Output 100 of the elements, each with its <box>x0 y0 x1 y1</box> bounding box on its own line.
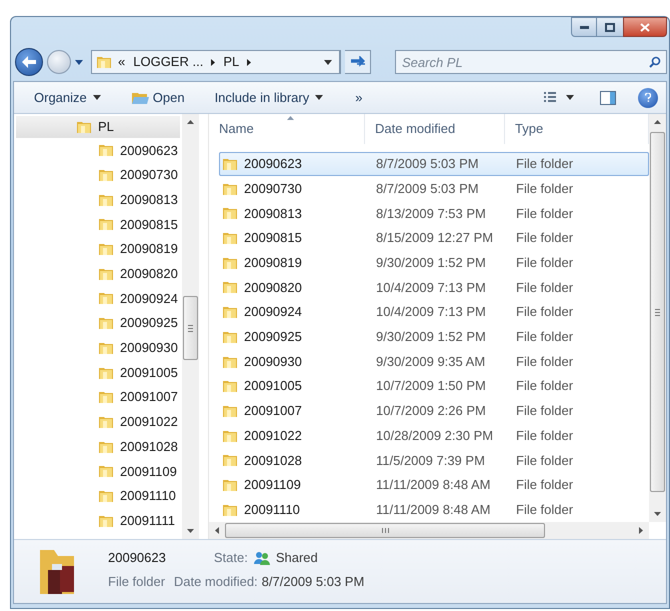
nav-item[interactable]: 20090925 <box>14 310 182 336</box>
date-cell-text: 8/15/2009 12:27 PM <box>375 229 494 248</box>
nav-item[interactable]: 20091005 <box>14 360 182 385</box>
scrollbar[interactable] <box>649 114 666 522</box>
file-name: 20091005 <box>244 377 302 396</box>
breadcrumb-arrow-icon[interactable] <box>211 58 216 66</box>
scroll-thumb[interactable] <box>650 132 665 492</box>
file-row[interactable]: 20091005 10/7/2009 1:50 PM File folder <box>219 374 649 399</box>
type-cell-text: File folder <box>515 452 574 470</box>
date-cell-text: 9/30/2009 1:52 PM <box>375 254 487 272</box>
scroll-right-icon <box>639 527 643 534</box>
horizontal-scrollbar[interactable] <box>209 522 649 539</box>
scroll-down-icon <box>187 529 194 533</box>
column-header[interactable]: Date modified <box>365 114 505 144</box>
file-row[interactable]: 20091109 11/11/2009 8:48 AM File folder <box>219 472 649 498</box>
caret-icon <box>324 60 332 64</box>
shared-users-icon <box>254 550 270 565</box>
date-cell-text: 8/7/2009 5:03 PM <box>375 180 480 198</box>
minimize-icon <box>580 26 588 28</box>
maximize-button[interactable] <box>597 17 623 37</box>
type-cell-text: File folder <box>515 303 574 322</box>
folder-icon <box>222 452 238 468</box>
nav-item[interactable]: 20090813 <box>14 187 182 212</box>
date-label: Date modified: <box>174 572 258 590</box>
file-name: 20091110 <box>244 500 300 519</box>
file-row[interactable]: 20090925 9/30/2009 1:52 PM File folder <box>219 324 649 350</box>
history-caret-icon <box>75 60 83 64</box>
type-cell-text: File folder <box>515 377 574 396</box>
folder-icon <box>98 290 114 306</box>
help-button[interactable] <box>638 88 658 108</box>
caret-icon <box>315 95 324 100</box>
folder-icon <box>98 315 114 332</box>
file-row[interactable]: 20091022 10/28/2009 2:30 PM File folder <box>219 423 649 448</box>
file-name: 20090819 <box>244 254 302 272</box>
file-name: 20091109 <box>244 476 301 494</box>
preview-pane-icon <box>600 90 616 104</box>
search-field[interactable]: Search PL <box>395 50 667 74</box>
nav-item[interactable]: 20090730 <box>14 162 182 188</box>
horizontal-scroll-thumb[interactable] <box>225 523 545 538</box>
folder-icon <box>98 241 114 258</box>
column-header[interactable]: Name <box>209 114 365 144</box>
type-cell-text: File folder <box>515 500 574 519</box>
address-bar[interactable]: « LOGGER ... PL <box>91 50 341 74</box>
type-cell-text: File folder <box>515 204 574 223</box>
nav-item[interactable]: PL <box>16 116 180 138</box>
toolbar-menu-button[interactable]: Organize <box>28 86 107 110</box>
breadcrumb[interactable]: PL <box>223 52 240 72</box>
file-row[interactable]: 20090924 10/4/2009 7:13 PM File folder <box>219 300 649 324</box>
minimize-button[interactable] <box>571 17 597 37</box>
type-cell-text: File folder <box>515 328 574 346</box>
scroll-thumb[interactable] <box>183 296 198 360</box>
file-row[interactable]: 20091110 11/11/2009 8:48 AM File folder <box>219 497 649 522</box>
nav-item[interactable]: 20090820 <box>14 261 182 286</box>
file-row[interactable]: 20090813 8/13/2009 7:53 PM File folder <box>219 201 649 226</box>
more-button[interactable]: » <box>347 86 370 110</box>
toolbar-menu-button[interactable]: Include in library <box>208 86 330 110</box>
nav-item[interactable]: 20091111 <box>14 508 182 533</box>
nav-item[interactable]: 20091007 <box>14 384 182 410</box>
file-name: 20090813 <box>244 204 302 223</box>
file-name: 20090815 <box>244 229 302 248</box>
nav-item[interactable]: 20091109 <box>14 458 182 484</box>
date-cell-text: 9/30/2009 9:35 AM <box>375 352 486 371</box>
state-label: State: <box>214 549 248 567</box>
file-name: 20090930 <box>244 352 302 371</box>
file-name: 20090925 <box>244 328 302 346</box>
nav-item[interactable]: 20091110 <box>14 484 182 508</box>
overflow-chevron[interactable]: « <box>118 52 126 72</box>
open-button[interactable]: Open <box>124 86 191 110</box>
nav-item[interactable]: 20090930 <box>14 336 182 360</box>
folder-icon <box>98 216 114 232</box>
breadcrumb[interactable]: LOGGER ... <box>133 52 204 72</box>
type-cell-text: File folder <box>515 155 574 174</box>
close-button[interactable] <box>623 17 667 37</box>
search-icon <box>649 56 661 68</box>
date-cell-text: 10/4/2009 7:13 PM <box>375 303 487 322</box>
nav-item[interactable]: 20091028 <box>14 434 182 459</box>
file-row[interactable]: 20090930 9/30/2009 9:35 AM File folder <box>219 349 649 374</box>
nav-item[interactable]: 20090819 <box>14 236 182 262</box>
file-row[interactable]: 20090815 8/15/2009 12:27 PM File folder <box>219 226 649 250</box>
nav-item[interactable]: 20091022 <box>14 410 182 434</box>
file-row[interactable]: 20090730 8/7/2009 5:03 PM File folder <box>219 176 649 202</box>
close-icon <box>640 22 650 32</box>
file-name: 20090623 <box>244 155 302 174</box>
type-cell-text: File folder <box>515 352 574 371</box>
breadcrumb-arrow-icon[interactable] <box>247 58 252 66</box>
refresh-button[interactable] <box>345 50 371 74</box>
folder-icon <box>76 119 92 135</box>
folder-icon <box>98 142 114 158</box>
type-cell-text: File folder <box>515 254 574 272</box>
file-row[interactable]: 20091007 10/7/2009 2:26 PM File folder <box>219 398 649 424</box>
nav-item[interactable]: 20090623 <box>14 138 182 163</box>
file-row[interactable]: 20091028 11/5/2009 7:39 PM File folder <box>219 448 649 473</box>
file-row[interactable]: 20090819 9/30/2009 1:52 PM File folder <box>219 250 649 276</box>
back-button[interactable] <box>15 48 43 76</box>
nav-item[interactable]: 20090815 <box>14 212 182 237</box>
file-row[interactable]: 20090820 10/4/2009 7:13 PM File folder <box>219 275 649 300</box>
nav-item[interactable]: 20090924 <box>14 286 182 311</box>
file-name: 20090820 <box>244 278 302 297</box>
file-row[interactable]: 20090623 8/7/2009 5:03 PM File folder <box>219 152 649 176</box>
scrollbar[interactable] <box>182 114 199 539</box>
